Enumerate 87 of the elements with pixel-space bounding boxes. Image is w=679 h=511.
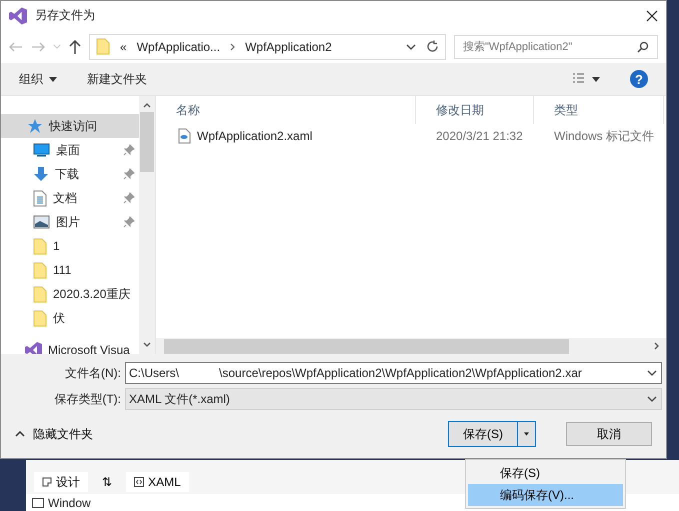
hide-folders-button[interactable]: 隐藏文件夹 [15,426,93,442]
menu-item[interactable]: 保存(S) [468,462,623,484]
window-title: 另存文件为 [35,7,96,24]
folder-icon [33,262,47,278]
search-icon[interactable] [637,40,649,52]
help-icon[interactable]: ? [630,70,648,88]
element-label: Window [48,496,91,510]
column-header[interactable]: 修改日期 [416,96,534,124]
sidebar-label: 桌面 [56,142,80,158]
sidebar-item[interactable]: 伏 [1,306,139,330]
sidebar-item[interactable]: 文档 [1,186,139,210]
file-type-label: 保存类型(T): [53,390,122,408]
folder-icon [33,286,47,302]
sidebar-item[interactable]: 1 [1,234,139,258]
folder-icon [33,310,47,326]
file-type-dropdown[interactable]: XAML 文件(*.xaml) [125,388,662,410]
vs-logo-icon [25,342,42,354]
download-arrow-icon [33,166,49,182]
horizontal-scrollbar[interactable] [156,338,666,354]
scroll-up-icon[interactable] [143,102,151,108]
monitor-icon [33,143,50,157]
file-name-field[interactable]: C:\Users\ \source\repos\WpfApplication2\WpfApplication2\WpfApplication2.xar [125,362,662,384]
sidebar-item[interactable]: Microsoft Visua [1,338,139,354]
xaml-file-icon [178,128,191,144]
sidebar-item[interactable]: 2020.3.20重庆 [1,282,139,306]
chevron-down-icon[interactable] [406,44,416,50]
scrollbar-thumb[interactable] [164,338,569,354]
scrollbar-thumb[interactable] [140,112,154,172]
pin-icon[interactable] [123,192,135,204]
pin-icon[interactable] [123,168,135,180]
scroll-down-icon[interactable] [143,342,151,348]
view-tab[interactable]: 设计 [34,472,88,492]
chevron-right-icon[interactable] [230,42,236,50]
chevron-up-icon [15,431,25,437]
column-header[interactable]: 名称 [156,96,416,124]
file-row[interactable]: WpfApplication2.xaml 2020/3/21 21:32 Windows 标记文件 [156,124,666,148]
close-icon[interactable] [646,10,658,22]
refresh-icon[interactable] [426,40,439,53]
modified-date: 2020/3/21 21:32 [435,129,524,143]
image-icon [33,215,50,229]
search-field[interactable]: 搜索"WpfApplication2" [454,34,658,58]
sidebar-item[interactable]: 图片 [1,210,139,234]
address-bar[interactable]: « WpfApplicatio... WpfApplication2 [89,34,446,60]
element-icon [32,498,44,508]
sidebar-label: Microsoft Visua [48,343,130,354]
folder-icon [96,38,110,55]
sidebar-label: 1 [53,239,60,253]
chevron-down-icon[interactable] [647,396,657,402]
vs-logo-icon [9,6,27,24]
sidebar-label: 文档 [53,190,77,206]
pin-icon[interactable] [123,144,135,156]
chevron-down-icon[interactable] [647,370,657,376]
new-folder-button[interactable]: 新建文件夹 [87,70,147,88]
file-type: Windows 标记文件 [553,128,656,144]
code-icon [134,477,144,487]
sidebar-label: 图片 [56,214,80,230]
cancel-button[interactable]: 取消 [566,422,652,446]
organize-menu[interactable]: 组织 [19,70,57,88]
sidebar-item[interactable]: 下载 [1,162,139,186]
column-header[interactable]: 类型 [534,96,664,124]
scroll-right-icon[interactable] [654,342,660,350]
sidebar-item[interactable]: 桌面 [1,138,139,162]
swap-button[interactable]: ⇅ [94,472,120,492]
file-name-label: 文件名(N): [64,364,122,382]
sidebar-item[interactable]: 快速访问 [1,114,139,138]
sidebar-label: 下载 [55,166,79,182]
sidebar-item[interactable]: 111 [1,258,139,282]
sidebar-label: 快速访问 [49,118,97,134]
sidebar-label: 伏 [53,310,65,326]
breadcrumb[interactable]: « [120,40,127,54]
caret-icon [49,76,57,82]
star-icon [27,118,43,134]
view-tab[interactable]: XAML [126,472,189,492]
breadcrumb[interactable]: WpfApplicatio... [136,40,220,54]
caret-icon [524,431,529,437]
menu-item[interactable]: 编码保存(V)... [468,484,623,506]
sidebar-label: 111 [53,263,72,277]
view-options-icon[interactable] [572,73,600,85]
breadcrumb[interactable]: WpfApplication2 [245,40,332,54]
sidebar-label: 2020.3.20重庆 [53,286,130,302]
file-name: WpfApplication2.xaml [197,129,312,143]
design-icon [42,477,52,487]
scrollbar[interactable] [139,96,155,354]
document-icon [33,190,47,206]
pin-icon[interactable] [123,216,135,228]
up-arrow-icon[interactable] [69,40,81,54]
folder-icon [33,238,47,254]
